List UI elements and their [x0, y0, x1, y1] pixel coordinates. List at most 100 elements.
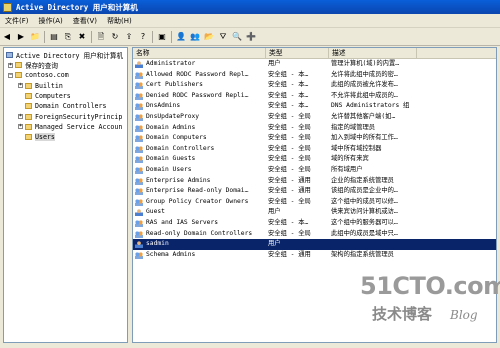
- cell-name: DnsAdmins: [146, 102, 181, 110]
- menu-item-3[interactable]: 帮助(H): [102, 16, 137, 26]
- list-item[interactable]: Domain Admins 安全组 - 全局 指定的域管理员: [133, 123, 496, 134]
- back-arrow-icon[interactable]: ◀: [2, 31, 13, 42]
- list-item[interactable]: DnsUpdateProxy 安全组 - 全局 允许替其他客户端(如…: [133, 112, 496, 123]
- group-icon: [135, 230, 143, 238]
- list-item[interactable]: Read-only Domain Controllers 安全组 - 全局 此组中的…: [133, 229, 496, 240]
- folder-icon: [25, 134, 32, 141]
- delete-icon[interactable]: ✖: [77, 31, 88, 42]
- cell-desc: 管理计算机(域)的内置…: [331, 60, 400, 67]
- forward-arrow-icon[interactable]: ▶: [16, 31, 27, 42]
- properties-icon[interactable]: 🗎: [96, 31, 107, 42]
- show-tree-icon[interactable]: ▤: [49, 31, 60, 42]
- folder-icon: [25, 123, 32, 130]
- cell-name: Read-only Domain Controllers: [146, 229, 253, 237]
- cell-type: 安全组 - 本…: [268, 102, 309, 110]
- group-icon: [135, 71, 143, 79]
- list-item[interactable]: Group Policy Creator Owners 安全组 - 全局 这个组中的…: [133, 197, 496, 208]
- list-item[interactable]: Domain Computers 安全组 - 全局 加入到域中的所有工作…: [133, 133, 496, 144]
- list-item[interactable]: DnsAdmins 安全组 - 本… DNS Administrators 组: [133, 101, 496, 112]
- list-item[interactable]: Enterprise Read-only Domai… 安全组 - 通用 该组的成员…: [133, 186, 496, 197]
- folder-icon: [25, 103, 32, 110]
- cell-name: DnsUpdateProxy: [146, 113, 200, 120]
- console-icon[interactable]: ▣: [157, 31, 168, 42]
- navigation-tree[interactable]: Active Directory 用户和计算机 + 保存的查询 − contoso.co…: [3, 47, 128, 343]
- list-item[interactable]: Schema Admins 安全组 - 通用 架构的指定系统管理员: [133, 250, 496, 261]
- watermark-blog: Blog: [450, 308, 478, 322]
- up-folder-icon[interactable]: 📁: [30, 31, 41, 42]
- cell-name: Guest: [146, 208, 165, 216]
- user-icon: [135, 209, 143, 217]
- user-icon: [135, 61, 143, 68]
- column-header-description[interactable]: 描述: [329, 48, 417, 58]
- cell-type: 安全组 - 本…: [268, 219, 309, 226]
- list-item[interactable]: Administrator 用户 管理计算机(域)的内置…: [133, 59, 496, 70]
- cell-name: Enterprise Read-only Domai…: [146, 187, 249, 195]
- menu-item-1[interactable]: 操作(A): [34, 16, 68, 26]
- list-item[interactable]: Allowed RODC Password Repl… 安全组 - 本… 允许将此组…: [133, 70, 496, 81]
- help-icon[interactable]: ?: [138, 31, 149, 42]
- watermark-brand: 51CTO.com: [360, 272, 500, 300]
- new-user-icon[interactable]: 👤: [176, 31, 187, 42]
- expand-icon[interactable]: +: [18, 114, 23, 119]
- cell-type: 安全组 - 全局: [268, 229, 311, 237]
- tree-item-label: Computers: [35, 91, 71, 100]
- list-item[interactable]: Cert Publishers 安全组 - 本… 此组的成员被允许发布…: [133, 80, 496, 91]
- folder-icon: [25, 92, 32, 99]
- menu-bar: 文件(F) 操作(A) 查看(V) 帮助(H): [0, 14, 500, 28]
- title-bar: Active Directory 用户和计算机: [0, 0, 500, 14]
- tree-item-label: Users: [35, 133, 55, 142]
- copy-icon[interactable]: ⎘: [63, 31, 74, 42]
- cell-desc: 允许替其他客户端(如…: [331, 113, 396, 120]
- group-icon: [135, 82, 143, 90]
- refresh-icon[interactable]: ↻: [110, 31, 121, 42]
- watermark-sub: 技术博客: [372, 305, 433, 323]
- tree-item[interactable]: − contoso.com: [8, 70, 69, 80]
- toolbar: ◀ ▶ 📁 ▤ ⎘ ✖ 🗎 ↻ ⇪? ▣ 👤 👥 📂 ⛛ 🔍 ➕: [0, 28, 500, 46]
- filter-icon[interactable]: ⛛: [218, 31, 229, 42]
- new-ou-icon[interactable]: 📂: [204, 31, 215, 42]
- menu-item-2[interactable]: 查看(V): [68, 16, 102, 26]
- list-item[interactable]: Domain Guests 安全组 - 全局 域的所有来宾: [133, 154, 496, 165]
- cell-desc: 此组的成员被允许发布…: [331, 81, 398, 89]
- add-to-group-icon[interactable]: ➕: [246, 31, 257, 42]
- cell-type: 用户: [268, 208, 281, 216]
- collapse-icon[interactable]: −: [8, 72, 13, 78]
- tree-item[interactable]: + ForeignSecurityPrincip: [18, 112, 122, 122]
- tree-root[interactable]: Active Directory 用户和计算机: [6, 50, 123, 60]
- group-icon: [135, 135, 143, 143]
- cell-type: 安全组 - 本…: [268, 81, 309, 89]
- cell-desc: 架构的指定系统管理员: [331, 250, 394, 258]
- list-item[interactable]: Domain Users 安全组 - 全局 所有域用户: [133, 165, 496, 176]
- tree-item[interactable]: Users: [18, 132, 55, 142]
- list-item[interactable]: RAS and IAS Servers 安全组 - 本… 这个组中的服务器可以…: [133, 218, 496, 229]
- list-item[interactable]: Guest 用户 供来宾访问计算机或访…: [133, 207, 496, 218]
- list-item[interactable]: sadmin 用户: [133, 239, 496, 250]
- cell-name: Denied RODC Password Repli…: [146, 91, 249, 99]
- cell-name: Cert Publishers: [146, 81, 203, 89]
- export-icon[interactable]: ⇪: [124, 31, 135, 42]
- tree-item[interactable]: Computers: [18, 91, 71, 101]
- cell-name: Domain Guests: [146, 155, 196, 163]
- cell-desc: 不允许将此组中成员的…: [331, 91, 398, 99]
- cell-type: 安全组 - 全局: [268, 155, 311, 163]
- cell-type: 安全组 - 通用: [268, 187, 311, 195]
- column-header-name[interactable]: 名称: [133, 48, 266, 58]
- cell-name: Group Policy Creator Owners: [146, 197, 249, 205]
- cell-desc: 这个组中的成员可以修…: [331, 197, 398, 205]
- new-group-icon[interactable]: 👥: [190, 31, 201, 42]
- cell-desc: DNS Administrators 组: [331, 102, 410, 110]
- expand-icon[interactable]: +: [18, 83, 23, 89]
- list-item[interactable]: Enterprise Admins 安全组 - 通用 企业的指定系统管理员: [133, 176, 496, 187]
- expand-icon[interactable]: +: [8, 62, 13, 68]
- tree-item[interactable]: + Managed Service Accoun: [18, 122, 122, 132]
- tree-item[interactable]: + 保存的查询: [8, 60, 58, 70]
- tree-item[interactable]: + Builtin: [18, 81, 63, 91]
- list-item[interactable]: Denied RODC Password Repli… 安全组 - 本… 不允许将此…: [133, 91, 496, 102]
- tree-item-label: Domain Controllers: [35, 102, 107, 111]
- list-item[interactable]: Domain Controllers 安全组 - 全局 域中所有域控制器: [133, 144, 496, 155]
- find-icon[interactable]: 🔍: [232, 31, 243, 42]
- column-header-type[interactable]: 类型: [266, 48, 329, 58]
- menu-item-0[interactable]: 文件(F): [0, 16, 34, 26]
- tree-item[interactable]: Domain Controllers: [18, 101, 106, 111]
- expand-icon[interactable]: +: [18, 124, 23, 130]
